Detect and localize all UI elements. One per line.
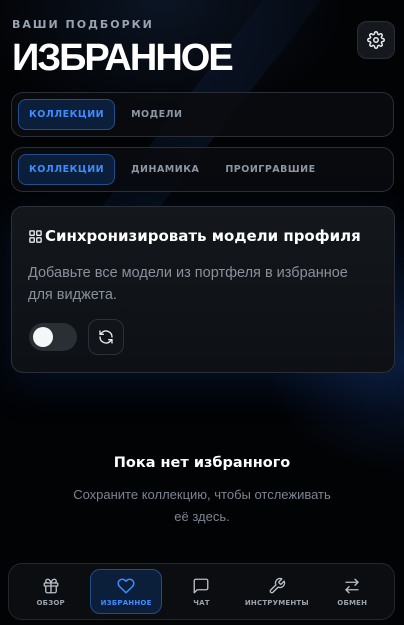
chat-icon xyxy=(192,577,210,595)
tab-dynamics[interactable]: ДИНАМИКА xyxy=(121,154,209,185)
gear-icon xyxy=(367,31,385,49)
page-eyebrow: ВАШИ ПОДБОРКИ xyxy=(12,18,154,31)
sync-toggle[interactable] xyxy=(29,323,77,351)
tab-collections-secondary[interactable]: КОЛЛЕКЦИИ xyxy=(18,154,116,185)
refresh-button[interactable] xyxy=(88,319,124,355)
nav-label-overview: ОБЗОР xyxy=(36,598,65,607)
nav-item-chat[interactable]: ЧАТ xyxy=(165,569,237,614)
sync-description: Добавьте все модели из портфеля в избран… xyxy=(28,265,348,303)
gift-icon xyxy=(42,577,60,595)
secondary-tabs: КОЛЛЕКЦИИ ДИНАМИКА ПРОИГРАВШИЕ xyxy=(11,147,394,192)
tab-models[interactable]: МОДЕЛИ xyxy=(121,99,192,130)
header: ВАШИ ПОДБОРКИ ИЗБРАННОЕ xyxy=(12,18,394,77)
sync-title: Синхронизировать модели профиля xyxy=(45,227,361,245)
nav-label-favorites: ИЗБРАННОЕ xyxy=(100,598,152,607)
wrench-icon xyxy=(268,577,286,595)
page-title: ИЗБРАННОЕ xyxy=(12,37,234,79)
nav-item-exchange[interactable]: ОБМЕН xyxy=(316,569,388,614)
grid-icon xyxy=(28,229,43,244)
tab-collections[interactable]: КОЛЛЕКЦИИ xyxy=(18,99,116,130)
toggle-knob xyxy=(33,327,53,347)
nav-label-exchange: ОБМЕН xyxy=(337,598,368,607)
nav-label-tools: ИНСТРУМЕНТЫ xyxy=(244,598,309,607)
nav-item-overview[interactable]: ОБЗОР xyxy=(15,569,87,614)
swap-icon xyxy=(343,577,361,595)
sync-card: Синхронизировать модели профиля Добавьте… xyxy=(11,206,395,373)
sync-title-row: Синхронизировать модели профиля xyxy=(28,227,361,245)
refresh-icon xyxy=(98,329,114,345)
empty-state-title: Пока нет избранного xyxy=(113,455,291,471)
settings-button[interactable] xyxy=(357,21,395,59)
primary-tabs: КОЛЛЕКЦИИ МОДЕЛИ xyxy=(11,92,394,137)
nav-item-tools[interactable]: ИНСТРУМЕНТЫ xyxy=(241,569,313,614)
empty-state-description: Сохраните коллекцию, чтобы отслеживать е… xyxy=(73,487,331,524)
heart-icon xyxy=(117,577,135,595)
bottom-nav: ОБЗОР ИЗБРАННОЕ ЧАТ ИНСТРУМЕНТЫ ОБМЕН xyxy=(8,563,395,620)
nav-label-chat: ЧАТ xyxy=(193,598,210,607)
tab-losers[interactable]: ПРОИГРАВШИЕ xyxy=(215,154,325,185)
nav-item-favorites[interactable]: ИЗБРАННОЕ xyxy=(90,569,163,614)
